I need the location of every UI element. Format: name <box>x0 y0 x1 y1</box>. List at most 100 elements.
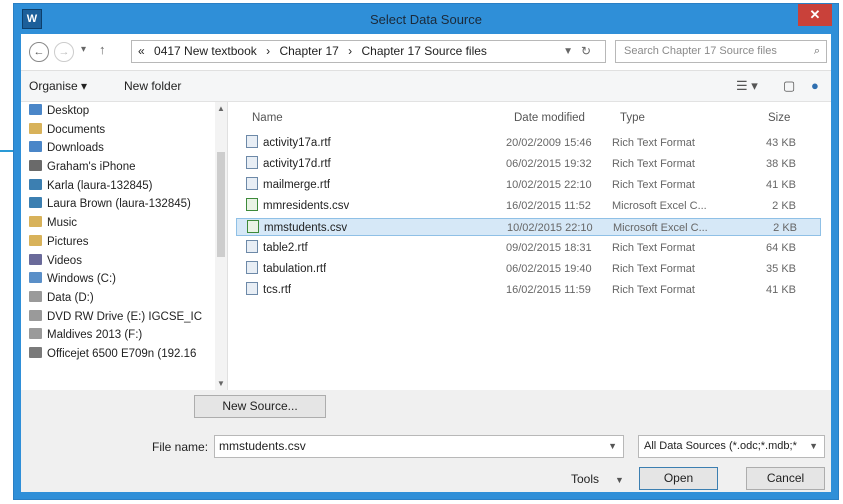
file-type: Rich Text Format <box>612 242 695 254</box>
folder-icon <box>29 216 42 228</box>
file-row[interactable]: mailmerge.rtf 10/02/2015 22:10 Rich Text F… <box>236 176 821 194</box>
file-type: Rich Text Format <box>612 263 695 275</box>
file-date: 16/02/2015 11:59 <box>506 284 591 296</box>
column-header-date-modified[interactable]: Date modified <box>514 112 585 124</box>
sidebar-item-label: Officejet 6500 E709n (192.16 <box>47 347 197 360</box>
file-name: activity17a.rtf <box>263 137 331 149</box>
file-size: 41 KB <box>766 179 796 191</box>
search-input[interactable]: Search Chapter 17 Source files ⌕ <box>615 40 827 63</box>
sidebar-item[interactable]: Maldives 2013 (F:) <box>21 326 227 345</box>
excel-csv-file-icon <box>246 198 258 211</box>
view-options-icon[interactable]: ☰ ▾ <box>736 78 758 94</box>
file-row[interactable]: mmresidents.csv 16/02/2015 11:52 Microsoft… <box>236 197 821 215</box>
sidebar-item[interactable]: Documents <box>21 121 227 140</box>
search-icon[interactable]: ⌕ <box>814 41 820 62</box>
breadcrumb-separator: › <box>266 44 271 58</box>
file-name-cell[interactable]: activity17d.rtf <box>246 155 331 173</box>
breadcrumb-separator: › <box>348 44 353 58</box>
close-button[interactable]: ✕ <box>798 4 832 26</box>
back-button[interactable]: ← <box>29 42 49 62</box>
sidebar-item-label: Desktop <box>47 105 90 117</box>
address-bar[interactable]: « 0417 New textbook › Chapter 17 › Chapt… <box>131 40 606 63</box>
forward-button[interactable]: → <box>54 42 74 62</box>
breadcrumb-chapter-17[interactable]: Chapter 17 <box>279 44 338 58</box>
file-row[interactable]: activity17a.rtf 20/02/2009 15:46 Rich Text… <box>236 134 821 152</box>
file-name-cell[interactable]: activity17a.rtf <box>246 134 331 152</box>
file-size: 64 KB <box>766 242 796 254</box>
sidebar-item[interactable]: Karla (laura-132845) <box>21 177 227 196</box>
path-overflow-icon[interactable]: « <box>138 44 145 58</box>
file-list: Name Date modified Type Size activity17a… <box>228 102 831 390</box>
select-data-source-dialog: W Select Data Source ✕ ← → ▾ ↑ « 0417 Ne… <box>13 3 839 500</box>
new-source-button[interactable]: New Source... <box>194 395 326 418</box>
folder-icon <box>29 197 42 209</box>
folder-icon <box>29 141 42 153</box>
new-folder-button[interactable]: New folder <box>124 79 181 93</box>
preview-pane-icon[interactable]: ▢ <box>783 78 795 94</box>
file-name-cell[interactable]: mmresidents.csv <box>246 197 349 215</box>
chevron-down-icon[interactable]: ▼ <box>809 436 818 457</box>
file-name-cell[interactable]: tabulation.rtf <box>246 260 326 278</box>
rtf-file-icon <box>246 177 258 190</box>
file-row[interactable]: tcs.rtf 16/02/2015 11:59 Rich Text Format 4… <box>236 281 821 299</box>
filter-value: All Data Sources (*.odc;*.mdb;* <box>644 440 797 452</box>
chevron-down-icon[interactable]: ▼ <box>563 41 573 62</box>
chevron-down-icon[interactable]: ▼ <box>608 436 617 457</box>
file-row[interactable]: activity17d.rtf 06/02/2015 19:32 Rich Text… <box>236 155 821 173</box>
refresh-icon[interactable]: ↻ <box>581 41 591 62</box>
scroll-up-icon[interactable]: ▲ <box>217 104 225 113</box>
file-row[interactable]: tabulation.rtf 06/02/2015 19:40 Rich Text … <box>236 260 821 278</box>
file-name: activity17d.rtf <box>263 158 331 170</box>
file-row[interactable]: mmstudents.csv 10/02/2015 22:10 Microsoft … <box>236 218 821 236</box>
sidebar-item[interactable]: Desktop <box>21 102 227 121</box>
scroll-down-icon[interactable]: ▼ <box>217 379 225 388</box>
file-date: 09/02/2015 18:31 <box>506 242 592 254</box>
file-row[interactable]: table2.rtf 09/02/2015 18:31 Rich Text Form… <box>236 239 821 257</box>
file-name: tabulation.rtf <box>263 263 327 275</box>
sidebar-item[interactable]: Music <box>21 214 227 233</box>
recent-locations-button[interactable]: ▾ <box>81 44 86 55</box>
sidebar-item-label: DVD RW Drive (E:) IGCSE_IC <box>47 310 203 323</box>
column-header-size[interactable]: Size <box>768 112 790 124</box>
file-type: Microsoft Excel C... <box>613 222 708 234</box>
breadcrumb-0417-new-textbook[interactable]: 0417 New textbook <box>154 44 257 58</box>
sidebar-item[interactable]: Downloads <box>21 139 227 158</box>
scrollbar-thumb[interactable] <box>217 152 225 257</box>
sidebar-item[interactable]: Pictures <box>21 233 227 252</box>
sidebar-item[interactable]: Videos <box>21 252 227 271</box>
file-name-cell[interactable]: mailmerge.rtf <box>246 176 330 194</box>
sidebar-item[interactable]: Data (D:) <box>21 289 227 308</box>
file-size: 2 KB <box>772 200 796 212</box>
open-button[interactable]: Open <box>639 467 718 490</box>
sidebar-item-label: Windows (C:) <box>47 273 117 286</box>
help-icon[interactable]: ● <box>811 78 819 93</box>
sidebar-item[interactable]: DVD RW Drive (E:) IGCSE_IC <box>21 308 227 327</box>
sidebar-item[interactable]: Windows (C:) <box>21 270 227 289</box>
column-header-name[interactable]: Name <box>252 112 283 124</box>
file-type-filter-select[interactable]: All Data Sources (*.odc;*.mdb;* ▼ <box>638 435 825 458</box>
rtf-file-icon <box>246 135 258 148</box>
file-name-input[interactable]: mmstudents.csv ▼ <box>214 435 624 458</box>
folder-icon <box>29 160 42 172</box>
file-size: 38 KB <box>766 158 796 170</box>
file-name-value[interactable]: mmstudents.csv <box>219 439 306 453</box>
organise-menu-button[interactable]: Organise ▾ <box>29 79 87 93</box>
breadcrumb-chapter-17-source-files[interactable]: Chapter 17 Source files <box>362 44 487 58</box>
tools-menu-button[interactable]: Tools ▼ <box>571 472 624 486</box>
sidebar-scrollbar[interactable]: ▲ ▼ <box>215 102 227 390</box>
file-name-cell[interactable]: mmstudents.csv <box>247 219 347 237</box>
cancel-button[interactable]: Cancel <box>746 467 825 490</box>
file-type: Rich Text Format <box>612 137 695 149</box>
tools-label: Tools <box>571 472 600 486</box>
column-header-type[interactable]: Type <box>620 112 645 124</box>
file-type: Microsoft Excel C... <box>612 200 707 212</box>
navigation-bar: ← → ▾ ↑ « 0417 New textbook › Chapter 17… <box>21 34 831 71</box>
up-button[interactable]: ↑ <box>99 42 106 57</box>
sidebar-item-label: Videos <box>47 254 82 267</box>
file-name-cell[interactable]: tcs.rtf <box>246 281 291 299</box>
sidebar-item[interactable]: Laura Brown (laura-132845) <box>21 195 227 214</box>
sidebar-item[interactable]: Officejet 6500 E709n (192.16 <box>21 345 227 364</box>
file-name-cell[interactable]: table2.rtf <box>246 239 308 257</box>
excel-csv-file-icon <box>247 220 259 233</box>
sidebar-item[interactable]: Graham's iPhone <box>21 158 227 177</box>
